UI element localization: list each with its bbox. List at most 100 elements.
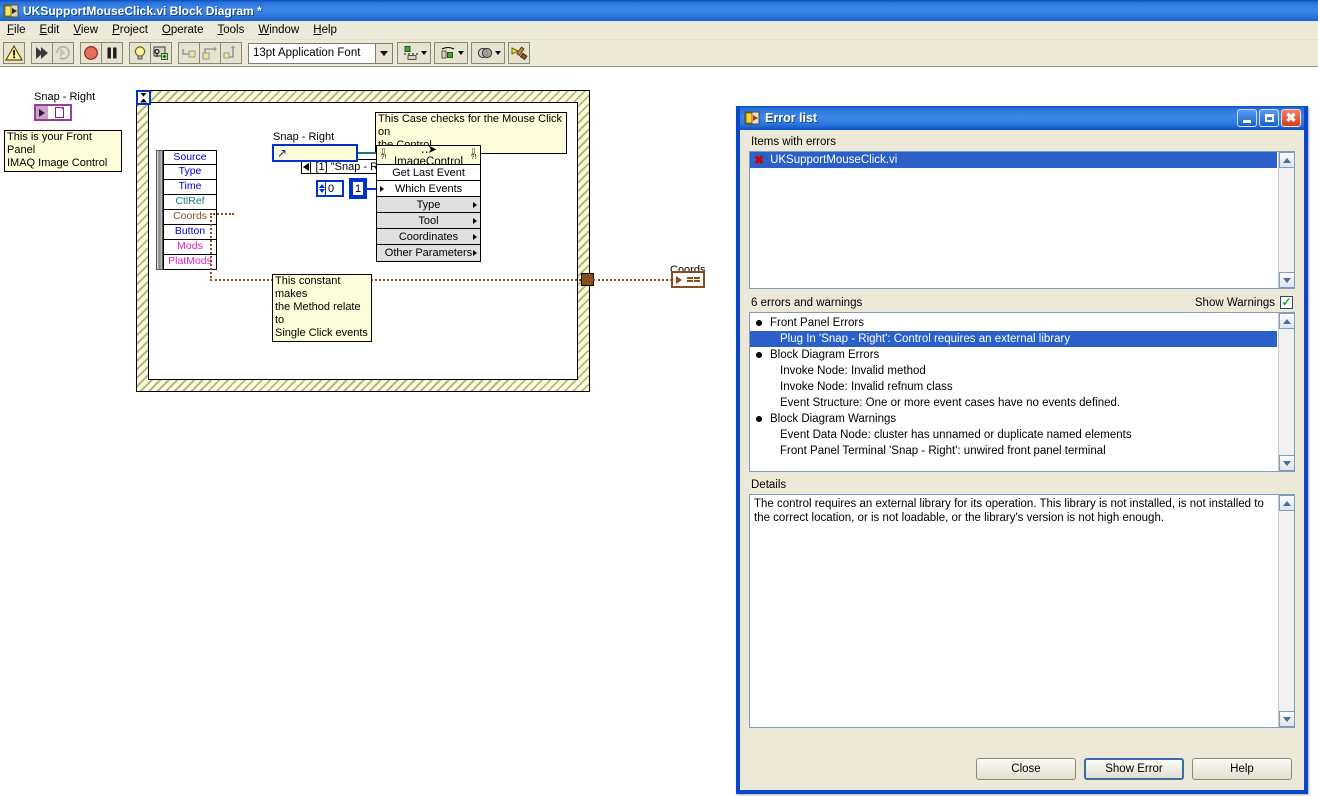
retain-wire-values-icon[interactable] — [150, 42, 172, 64]
errors-tree-listbox[interactable]: Front Panel Errors Plug In 'Snap - Right… — [749, 312, 1295, 472]
broken-run-warning-icon[interactable] — [3, 42, 25, 64]
error-category-row[interactable]: Block Diagram Errors — [750, 347, 1277, 363]
menu-edit[interactable]: Edit — [33, 22, 67, 38]
edn-item-mods[interactable]: Mods — [163, 240, 217, 255]
scroll-up-icon[interactable] — [1279, 495, 1294, 511]
error-item-row[interactable]: Plug In 'Snap - Right': Control requires… — [750, 331, 1277, 347]
error-row-label: Block Diagram Errors — [770, 349, 880, 361]
menu-window[interactable]: Window — [251, 22, 306, 38]
items-with-errors-listbox[interactable]: ✖ UKSupportMouseClick.vi — [749, 151, 1295, 289]
items-list-row-label: UKSupportMouseClick.vi — [770, 154, 898, 166]
menu-view[interactable]: View — [66, 22, 105, 38]
error-list-titlebar[interactable]: Error list ✖ — [740, 106, 1304, 130]
abort-execution-icon[interactable] — [80, 42, 102, 64]
clean-up-diagram-icon[interactable] — [508, 42, 530, 64]
error-item-row[interactable]: Front Panel Terminal 'Snap - Right': unw… — [750, 443, 1277, 459]
scroll-down-icon[interactable] — [1279, 455, 1294, 471]
step-out-icon[interactable] — [220, 42, 242, 64]
indicator-direction-arrow-icon — [673, 273, 684, 286]
step-over-icon[interactable] — [199, 42, 221, 64]
edn-item-type[interactable]: Type — [163, 165, 217, 180]
menu-project[interactable]: Project — [105, 22, 155, 38]
edn-item-source[interactable]: Source — [163, 150, 217, 165]
align-objects-icon[interactable] — [397, 42, 431, 64]
toolbar[interactable]: 13pt Application Font — [0, 40, 1318, 67]
distribute-objects-icon[interactable] — [434, 42, 468, 64]
bullet-icon — [756, 320, 762, 326]
show-warnings-checkbox[interactable]: ✓ — [1280, 296, 1293, 309]
coords-wire-segment-h3 — [593, 279, 672, 281]
close-icon[interactable]: ✖ — [1281, 109, 1301, 127]
scroll-up-icon[interactable] — [1279, 313, 1294, 329]
show-error-button[interactable]: Show Error — [1084, 758, 1184, 780]
error-category-row[interactable]: Block Diagram Warnings — [750, 411, 1277, 427]
labview-block-diagram-window: UKSupportMouseClick.vi Block Diagram * F… — [0, 0, 1318, 796]
help-button[interactable]: Help — [1192, 758, 1292, 780]
event-timeout-terminal[interactable] — [136, 90, 151, 105]
edn-item-time[interactable]: Time — [163, 180, 217, 195]
items-list-row[interactable]: ✖ UKSupportMouseClick.vi — [750, 152, 1277, 168]
menu-operate[interactable]: Operate — [155, 22, 211, 38]
chevron-down-icon[interactable] — [494, 51, 501, 55]
error-row-label: Invoke Node: Invalid refnum class — [780, 381, 953, 393]
items-listbox-scrollbar[interactable] — [1278, 152, 1294, 288]
edn-item-coords[interactable]: Coords — [163, 210, 217, 225]
edn-item-platmods[interactable]: PlatMods — [163, 255, 217, 270]
invoke-node-row-which-events[interactable]: Which Events — [377, 181, 480, 197]
step-into-icon[interactable] — [178, 42, 200, 64]
invoke-node-left-corner-icon: ▯?! — [380, 148, 387, 161]
input-terminal-icon — [380, 185, 384, 192]
scroll-down-icon[interactable] — [1279, 711, 1294, 727]
run-arrow-icon[interactable] — [31, 42, 53, 64]
front-panel-refnum-terminal[interactable] — [34, 104, 72, 121]
numeric-constant[interactable]: 0 — [316, 180, 344, 197]
run-continuously-icon[interactable] — [52, 42, 74, 64]
error-list-dialog[interactable]: Error list ✖ Items with errors ✖ UKSuppo… — [736, 106, 1308, 794]
chevron-down-icon[interactable] — [457, 51, 464, 55]
scroll-up-icon[interactable] — [1279, 152, 1294, 168]
invoke-node-row-tool[interactable]: Tool — [377, 213, 480, 229]
coords-indicator-terminal[interactable] — [671, 271, 705, 288]
errors-listbox-scrollbar[interactable] — [1278, 313, 1294, 471]
maximize-icon[interactable] — [1259, 109, 1279, 127]
output-terminal-icon — [473, 250, 477, 256]
menubar[interactable]: FFileile Edit View Project Operate Tools… — [0, 21, 1318, 40]
reorder-objects-icon[interactable] — [471, 42, 505, 64]
invoke-node-row-type[interactable]: Type — [377, 197, 480, 213]
terminal-direction-arrow-icon — [36, 106, 48, 119]
edn-item-ctlref[interactable]: CtlRef — [163, 195, 217, 210]
invoke-node-row-method[interactable]: Get Last Event — [377, 165, 480, 181]
event-data-node[interactable]: Source Type Time CtlRef Coords Button Mo… — [156, 150, 217, 270]
error-item-row[interactable]: Invoke Node: Invalid method — [750, 363, 1277, 379]
window-title: UKSupportMouseClick.vi Block Diagram * — [23, 3, 262, 18]
invoke-node-row-coordinates[interactable]: Coordinates — [377, 229, 480, 245]
invoke-node[interactable]: ▯?! ‥➤ ImageControl ▯?! Get Last Event W… — [376, 144, 481, 262]
error-item-row[interactable]: Event Data Node: cluster has unnamed or … — [750, 427, 1277, 443]
snap-right-control-refnum[interactable]: ↗ — [272, 144, 358, 162]
spinner-icon[interactable] — [318, 182, 326, 195]
error-item-row[interactable]: Invoke Node: Invalid refnum class — [750, 379, 1277, 395]
font-selector[interactable]: 13pt Application Font — [248, 42, 393, 64]
ref-control-label: Snap - Right — [273, 131, 335, 143]
details-scrollbar[interactable] — [1278, 495, 1294, 727]
errors-tree-rows: Front Panel Errors Plug In 'Snap - Right… — [750, 313, 1277, 459]
highlight-execution-bulb-icon[interactable] — [129, 42, 151, 64]
chevron-down-icon[interactable] — [375, 43, 392, 63]
pause-icon[interactable] — [101, 42, 123, 64]
show-warnings-label: Show Warnings — [1194, 296, 1275, 309]
chevron-down-icon[interactable] — [420, 51, 427, 55]
details-box[interactable]: The control requires an external library… — [749, 494, 1295, 728]
error-category-row[interactable]: Front Panel Errors — [750, 315, 1277, 331]
show-warnings-control[interactable]: Show Warnings ✓ — [1195, 296, 1293, 309]
minimize-icon[interactable] — [1237, 109, 1257, 127]
menu-tools[interactable]: Tools — [210, 22, 251, 38]
error-item-row[interactable]: Event Structure: One or more event cases… — [750, 395, 1277, 411]
close-button[interactable]: Close — [976, 758, 1076, 780]
edn-item-button[interactable]: Button — [163, 225, 217, 240]
menu-help[interactable]: Help — [306, 22, 344, 38]
scroll-down-icon[interactable] — [1279, 272, 1294, 288]
enum-constant[interactable]: 1 — [349, 178, 367, 199]
window-titlebar: UKSupportMouseClick.vi Block Diagram * — [0, 0, 1318, 21]
menu-file[interactable]: FFileile — [0, 22, 33, 38]
invoke-node-row-other-parameters[interactable]: Other Parameters — [377, 245, 480, 261]
